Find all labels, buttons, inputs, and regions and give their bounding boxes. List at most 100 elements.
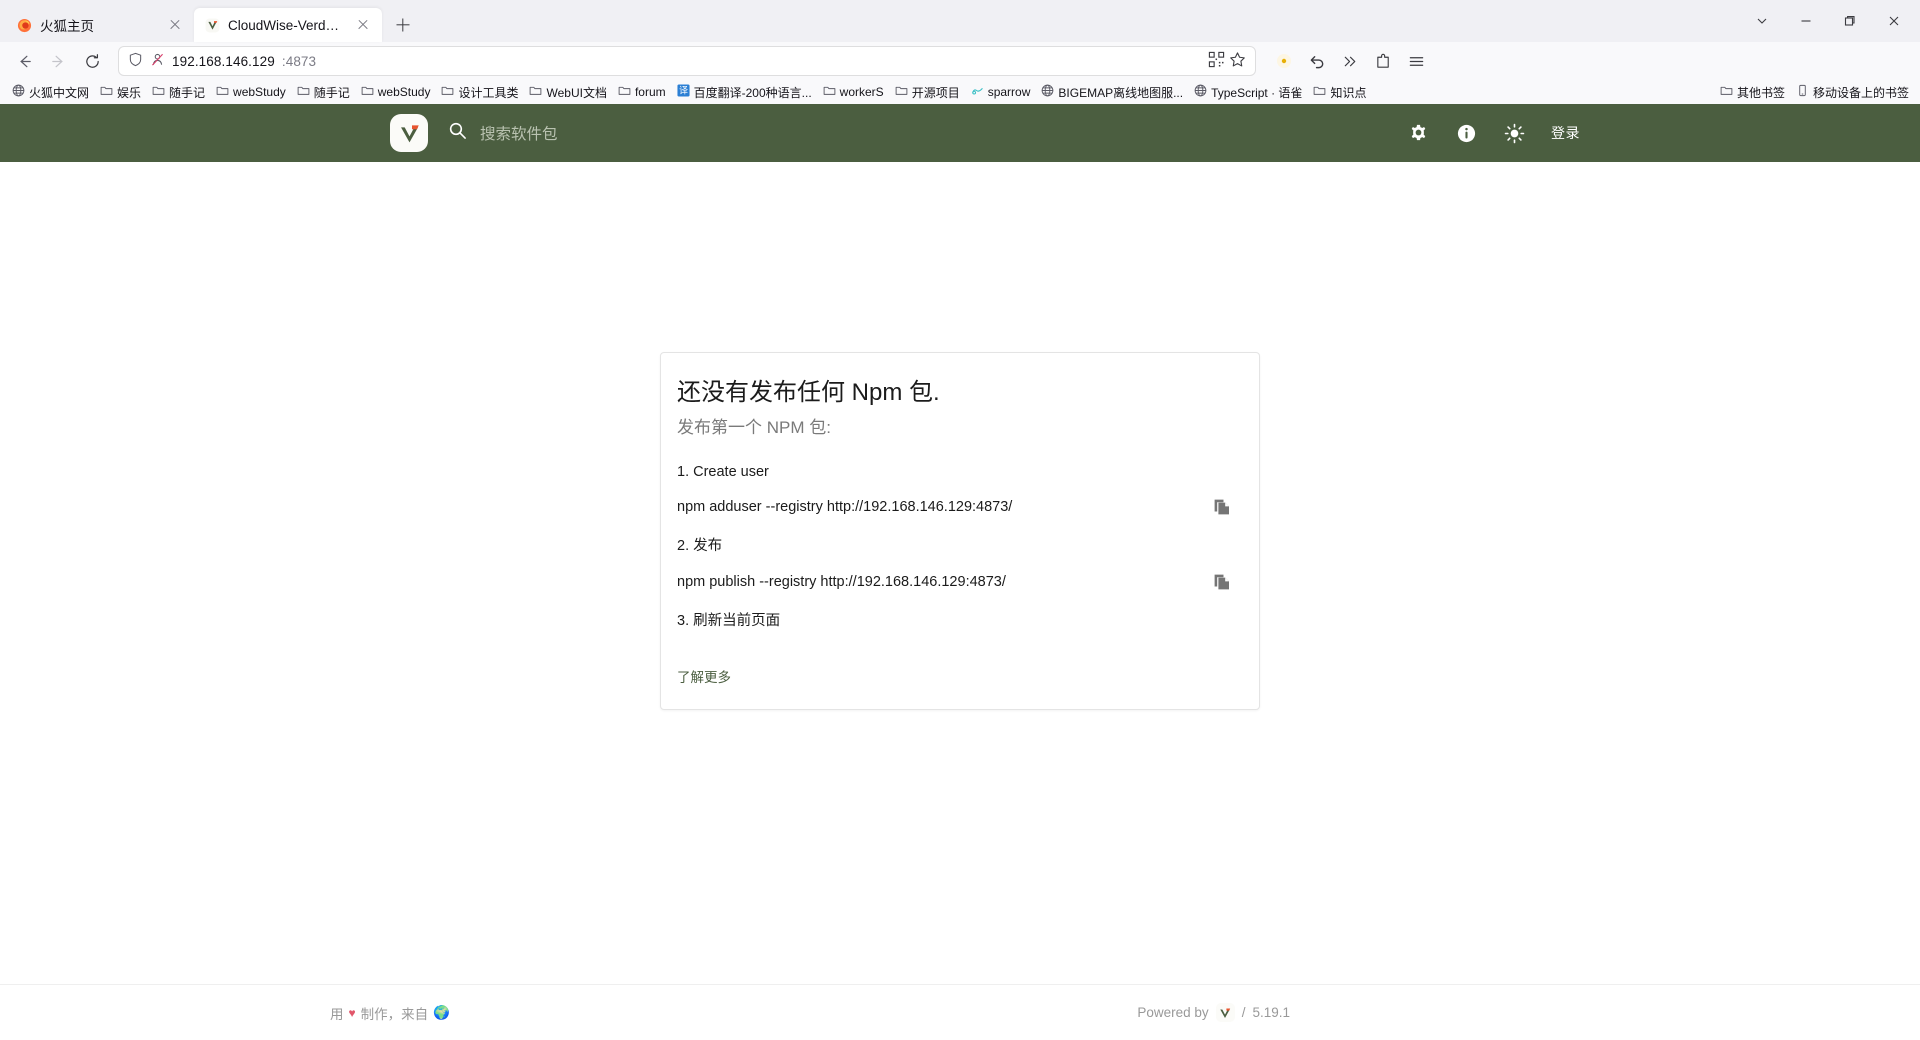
- minimize-icon[interactable]: [1784, 2, 1828, 40]
- web-page: 搜索软件包 登录 还没有发布任何 Npm 包. 发布第一个 NPM 包: 1. …: [0, 104, 1920, 1040]
- bookmark-item[interactable]: 随手记: [147, 82, 210, 103]
- bookmark-label: sparrow: [987, 85, 1031, 99]
- blocked-permission-icon[interactable]: [150, 52, 165, 70]
- step-2-command: npm publish --registry http://192.168.14…: [677, 574, 1006, 591]
- powered-by-label: Powered by: [1137, 1005, 1209, 1020]
- verdaccio-logo[interactable]: [390, 114, 428, 152]
- bookmark-item[interactable]: 开源项目: [890, 82, 965, 103]
- folder-icon: [361, 84, 374, 100]
- star-icon[interactable]: [1229, 51, 1246, 71]
- login-button[interactable]: 登录: [1551, 123, 1580, 143]
- tab-title: CloudWise-Verdaccio: [228, 17, 346, 33]
- address-bar[interactable]: 192.168.146.129 :4873: [118, 46, 1256, 76]
- globe-icon: [1041, 84, 1054, 100]
- globe-emoji-icon: 🌍: [433, 1004, 450, 1020]
- bookmark-item[interactable]: 译 百度翻译-200种语言...: [672, 82, 817, 103]
- version-separator: /: [1241, 1005, 1246, 1020]
- step-1-command-row: npm adduser --registry http://192.168.14…: [677, 496, 1243, 518]
- step-2-command-row: npm publish --registry http://192.168.14…: [677, 571, 1243, 593]
- bookmark-label: forum: [634, 85, 666, 99]
- navigation-toolbar: 192.168.146.129 :4873: [0, 42, 1920, 80]
- bookmark-label: workerS: [839, 85, 884, 99]
- browser-tab-0[interactable]: 火狐主页: [6, 8, 194, 42]
- svg-text:译: 译: [679, 86, 688, 97]
- bookmark-other-folder[interactable]: 其他书签: [1715, 82, 1790, 103]
- account-dot-icon[interactable]: [1268, 46, 1300, 76]
- close-icon[interactable]: [1872, 2, 1916, 40]
- bookmark-item[interactable]: 设计工具类: [436, 82, 523, 103]
- close-icon[interactable]: [354, 16, 372, 34]
- copy-icon[interactable]: [1211, 571, 1233, 593]
- step-2-label: 2. 发布: [677, 538, 723, 555]
- new-tab-button[interactable]: [388, 10, 418, 40]
- page-subtitle: 发布第一个 NPM 包:: [677, 418, 831, 438]
- bookmark-label: 随手记: [313, 85, 350, 100]
- bookmark-item[interactable]: 随手记: [292, 82, 355, 103]
- forward-arrow-icon[interactable]: [42, 46, 74, 76]
- bookmark-label: 百度翻译-200种语言...: [693, 85, 812, 100]
- bookmark-label: 随手记: [169, 85, 206, 100]
- bookmark-label: webStudy: [233, 85, 286, 99]
- step-1-label: 1. Create user: [677, 464, 769, 481]
- copy-icon[interactable]: [1211, 496, 1233, 518]
- bookmark-item[interactable]: 知识点: [1308, 82, 1371, 103]
- bookmark-item[interactable]: webStudy: [211, 82, 291, 102]
- undo-arrow-icon[interactable]: [1301, 46, 1333, 76]
- bookmark-item[interactable]: 娱乐: [95, 82, 146, 103]
- app-menu-icon[interactable]: [1400, 46, 1432, 76]
- overflow-chevrons-icon[interactable]: [1334, 46, 1366, 76]
- bookmark-item[interactable]: workerS: [818, 82, 889, 102]
- bookmark-label: BIGEMAP离线地图服...: [1058, 85, 1184, 100]
- version-number: 5.19.1: [1252, 1005, 1290, 1020]
- sparrow-icon: [971, 84, 984, 100]
- folder-icon: [895, 84, 908, 100]
- address-bar-actions: [1208, 51, 1246, 71]
- bookmark-item[interactable]: 火狐中文网: [7, 82, 94, 103]
- bookmark-item[interactable]: forum: [613, 82, 671, 102]
- folder-icon: [441, 84, 454, 100]
- maximize-icon[interactable]: [1828, 2, 1872, 40]
- bookmark-item[interactable]: webStudy: [356, 82, 436, 102]
- bookmark-label: 设计工具类: [458, 85, 519, 100]
- window-controls: [1740, 0, 1916, 42]
- step-3-label: 3. 刷新当前页面: [677, 613, 781, 630]
- page-title: 还没有发布任何 Npm 包.: [677, 379, 940, 406]
- folder-icon: [297, 84, 310, 100]
- bookmark-item[interactable]: BIGEMAP离线地图服...: [1036, 82, 1188, 103]
- folder-icon: [216, 84, 229, 100]
- bookmarks-bar-right: 其他书签 移动设备上的书签: [1715, 82, 1914, 103]
- sun-icon[interactable]: [1503, 122, 1525, 144]
- bookmark-label: 其他书签: [1736, 85, 1785, 100]
- folder-icon: [100, 84, 113, 100]
- globe-icon: [1194, 84, 1207, 100]
- bookmark-label: 开源项目: [911, 85, 960, 100]
- search-bar[interactable]: 搜索软件包: [448, 121, 1407, 145]
- bookmark-mobile-folder[interactable]: 移动设备上的书签: [1791, 82, 1914, 103]
- bookmark-item[interactable]: WebUI文档: [524, 82, 611, 103]
- url-host: 192.168.146.129: [172, 53, 275, 69]
- firefox-icon: [16, 17, 32, 33]
- close-icon[interactable]: [166, 16, 184, 34]
- search-input[interactable]: 搜索软件包: [480, 122, 558, 144]
- verdaccio-icon: [204, 17, 220, 33]
- verdaccio-header: 搜索软件包 登录: [0, 104, 1920, 162]
- gear-icon[interactable]: [1407, 122, 1429, 144]
- shield-icon[interactable]: [128, 52, 143, 70]
- main-content: 还没有发布任何 Npm 包. 发布第一个 NPM 包: 1. Create us…: [0, 162, 1920, 984]
- browser-tab-1[interactable]: CloudWise-Verdaccio: [194, 8, 382, 42]
- back-arrow-icon[interactable]: [8, 46, 40, 76]
- made-with-suffix: 制作，来自: [360, 1006, 429, 1022]
- bookmark-item[interactable]: TypeScript · 语雀: [1189, 82, 1307, 103]
- learn-more-link[interactable]: 了解更多: [677, 666, 731, 686]
- step-1-command: npm adduser --registry http://192.168.14…: [677, 499, 1013, 516]
- folder-icon: [823, 84, 836, 100]
- bookmark-item[interactable]: sparrow: [966, 82, 1036, 102]
- info-icon[interactable]: [1455, 122, 1477, 144]
- tab-list-chevron-icon[interactable]: [1740, 2, 1784, 40]
- extensions-icon[interactable]: [1367, 46, 1399, 76]
- folder-icon: [529, 84, 542, 100]
- made-with-love: 用 ♥ 制作，来自 🌍: [330, 1003, 450, 1023]
- bookmarks-bar: 火狐中文网 娱乐 随手记 webStudy 随手记 webStudy 设计工具类: [0, 80, 1920, 104]
- reload-icon[interactable]: [76, 46, 108, 76]
- qr-code-icon[interactable]: [1208, 51, 1225, 71]
